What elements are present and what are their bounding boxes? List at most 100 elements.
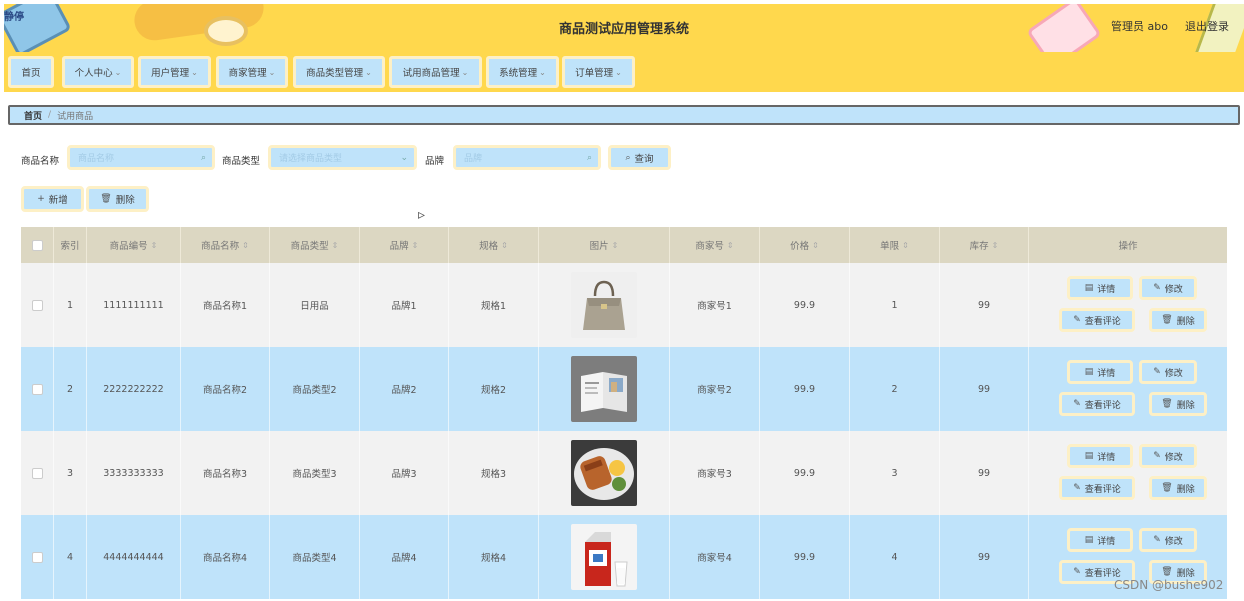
detail-button[interactable]: ▤ 详情: [1067, 276, 1133, 300]
column-header-brand[interactable]: 品牌 ⇕: [360, 227, 449, 263]
nav-item-home[interactable]: 首页: [8, 56, 54, 88]
column-header-limit[interactable]: 单限 ⇕: [850, 227, 940, 263]
cell-spec: 规格4: [449, 515, 539, 599]
chevron-down-icon: ⌄: [400, 153, 408, 163]
nav-item-profile[interactable]: 个人中心 ⌄: [62, 56, 134, 88]
watermark: CSDN @bushe902: [1114, 578, 1224, 592]
search-icon: ⌕: [200, 153, 206, 163]
column-header-label: 商品编号: [109, 241, 148, 252]
cell-price: 99.9: [760, 263, 850, 347]
product-name-placeholder: 商品名称: [78, 154, 115, 164]
batch-delete-button[interactable]: 🗑︎ 删除: [86, 186, 149, 212]
brand-input[interactable]: 品牌 ⌕: [453, 145, 601, 170]
row-checkbox[interactable]: [31, 551, 43, 563]
document-icon: ▤: [1084, 451, 1094, 461]
trash-icon: 🗑︎: [1161, 315, 1173, 325]
sort-icon: ⇕: [501, 240, 508, 250]
add-button[interactable]: + 新增: [21, 186, 84, 212]
column-header-label: 单限: [880, 241, 900, 252]
breadcrumb-home[interactable]: 首页: [24, 109, 42, 122]
sort-icon: ⇕: [331, 240, 339, 250]
trash-icon: 🗑︎: [1161, 399, 1173, 409]
nav-item-merchants[interactable]: 商家管理 ⌄: [216, 56, 288, 88]
nav-item-users[interactable]: 用户管理 ⌄: [138, 56, 211, 88]
detail-button[interactable]: ▤ 详情: [1067, 528, 1133, 552]
column-header-price[interactable]: 价格 ⇕: [760, 227, 850, 263]
food-plate-image: [571, 440, 637, 506]
cell-stock: 99: [940, 347, 1029, 431]
trash-icon: 🗑︎: [100, 194, 112, 204]
cell-spec: 规格3: [449, 431, 539, 515]
column-header-spec[interactable]: 规格 ⇕: [449, 227, 539, 263]
brochure-image: [571, 356, 637, 422]
pencil-icon: ✎: [1153, 367, 1161, 377]
cell-index: 1: [54, 263, 87, 347]
view-comments-button[interactable]: ✎ 查看评论: [1059, 476, 1135, 500]
column-header-stock[interactable]: 库存 ⇕: [940, 227, 1029, 263]
brand-placeholder: 品牌: [464, 154, 483, 164]
breadcrumb-current: 试用商品: [57, 111, 94, 122]
row-checkbox[interactable]: [31, 299, 43, 311]
table-row: 3 3333333333 商品名称3 商品类型3 品牌3 规格3 商家号3 99…: [21, 431, 1227, 515]
view-comments-label: 查看评论: [1084, 484, 1121, 495]
cell-code: 2222222222: [87, 347, 181, 431]
nav-item-product-types[interactable]: 商品类型管理 ⌄: [293, 56, 385, 88]
delete-button[interactable]: 🗑︎ 删除: [1149, 476, 1207, 500]
product-type-select[interactable]: 请选择商品类型 ⌄: [268, 145, 417, 170]
select-all-column: [21, 227, 54, 263]
sort-icon: ⇕: [726, 240, 734, 250]
edit-button[interactable]: ✎ 修改: [1139, 444, 1197, 468]
cell-limit: 2: [850, 347, 940, 431]
cell-type: 商品类型4: [270, 515, 360, 599]
nav-item-label: 商品类型管理: [306, 68, 364, 79]
chevron-down-icon: ⌄: [539, 67, 546, 77]
row-checkbox[interactable]: [31, 467, 43, 479]
logout-link[interactable]: 退出登录: [1185, 18, 1229, 34]
table-row: 1 1111111111 商品名称1 日用品 品牌1 规格1 商家号1 99.9…: [21, 263, 1227, 347]
column-header-actions: 操作: [1029, 227, 1227, 263]
product-type-label: 商品类型: [222, 156, 261, 167]
trash-icon: 🗑︎: [1161, 567, 1173, 577]
column-header-label: 库存: [969, 241, 989, 252]
select-all-checkbox[interactable]: [31, 239, 43, 251]
row-checkbox[interactable]: [31, 383, 43, 395]
edit-button[interactable]: ✎ 修改: [1139, 528, 1197, 552]
nav-item-system[interactable]: 系统管理 ⌄: [486, 56, 559, 88]
cell-index: 4: [54, 515, 87, 599]
column-header-image[interactable]: 图片 ⇕: [539, 227, 670, 263]
query-button[interactable]: ⌕ 查询: [608, 145, 671, 170]
column-header-merchant[interactable]: 商家号 ⇕: [670, 227, 760, 263]
column-header-label: 商品名称: [201, 241, 240, 252]
pencil-icon: ✎: [1073, 315, 1081, 325]
delete-button[interactable]: 🗑︎ 删除: [1149, 392, 1207, 416]
brand-label: 品牌: [425, 156, 445, 167]
edit-button[interactable]: ✎ 修改: [1139, 276, 1197, 300]
view-comments-button[interactable]: ✎ 查看评论: [1059, 392, 1135, 416]
detail-button[interactable]: ▤ 详情: [1067, 444, 1133, 468]
product-name-input[interactable]: 商品名称 ⌕: [67, 145, 215, 170]
detail-label: 详情: [1097, 452, 1116, 463]
milk-carton-image: [571, 524, 637, 590]
column-header-code[interactable]: 商品编号 ⇕: [87, 227, 181, 263]
column-header-label: 索引: [60, 241, 80, 252]
column-header-name[interactable]: 商品名称 ⇕: [181, 227, 270, 263]
cell-brand: 品牌4: [360, 515, 449, 599]
column-header-label: 商家号: [695, 241, 724, 252]
breadcrumb-separator: /: [48, 110, 52, 120]
nav-item-trial-products[interactable]: 试用商品管理 ⌄: [389, 56, 482, 88]
edit-button[interactable]: ✎ 修改: [1139, 360, 1197, 384]
view-comments-button[interactable]: ✎ 查看评论: [1059, 308, 1135, 332]
delete-label: 删除: [1176, 568, 1195, 579]
app-title: 商品测试应用管理系统: [558, 22, 689, 37]
add-button-label: 新增: [48, 195, 68, 206]
trash-icon: 🗑︎: [1161, 483, 1173, 493]
column-header-type[interactable]: 商品类型 ⇕: [270, 227, 360, 263]
detail-label: 详情: [1097, 368, 1116, 379]
delete-button[interactable]: 🗑︎ 删除: [1149, 308, 1207, 332]
top-nav: 首页 个人中心 ⌄ 用户管理 ⌄ 商家管理 ⌄ 商品类型管理 ⌄ 试用商品管理 ⌄ 系统管…: [4, 52, 1244, 92]
edit-label: 修改: [1164, 452, 1183, 463]
delete-label: 删除: [1176, 400, 1195, 411]
detail-button[interactable]: ▤ 详情: [1067, 360, 1133, 384]
cell-spec: 规格1: [449, 263, 539, 347]
nav-item-orders[interactable]: 订单管理 ⌄: [562, 56, 635, 88]
